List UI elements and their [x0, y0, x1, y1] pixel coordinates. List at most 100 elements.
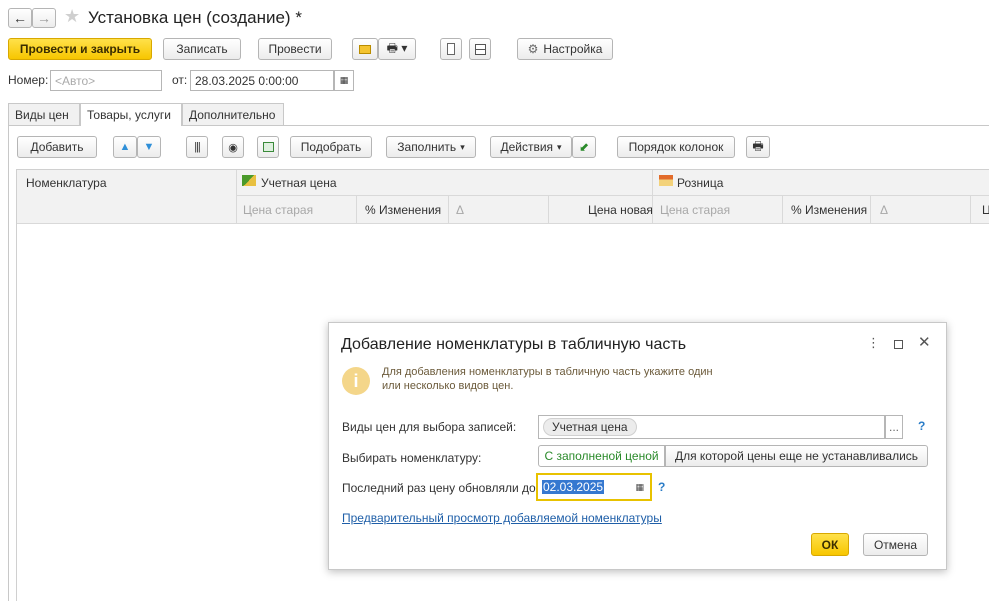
grid-icon	[262, 142, 274, 152]
number-label: Номер:	[8, 73, 49, 87]
chevron-down-icon: ▾	[460, 141, 465, 152]
subheader-change-percent[interactable]: % Изменения	[791, 203, 867, 217]
date-calendar-button[interactable]: ▦	[334, 70, 354, 91]
pick-button[interactable]: Подобрать	[290, 136, 372, 158]
ellipsis-icon: ...	[889, 420, 900, 434]
structure-button[interactable]	[469, 38, 491, 60]
col-divider	[548, 196, 549, 224]
print-table-button[interactable]: 🖶	[746, 136, 770, 158]
content-left-border	[8, 125, 9, 601]
tab-additional[interactable]: Дополнительно	[182, 103, 284, 125]
move-up-icon: ▲	[119, 141, 131, 153]
actions-label: Действия	[500, 140, 554, 154]
header-mid-line	[236, 195, 989, 196]
price-types-field[interactable]: Учетная цена	[538, 415, 885, 439]
report-icon	[447, 43, 455, 55]
col-divider	[356, 196, 357, 224]
settings-label: Настройка	[543, 42, 603, 56]
print-table-icon: 🖶	[752, 138, 764, 153]
choice-with-price-button[interactable]: С заполненой ценой	[538, 445, 665, 467]
report-button[interactable]	[440, 38, 462, 60]
actions-button[interactable]: Действия ▾	[490, 136, 572, 158]
dialog-menu-icon[interactable]: ⋮	[867, 335, 880, 351]
page-title: Установка цен (создание) *	[88, 8, 302, 27]
date-field[interactable]: 28.03.2025 0:00:00	[190, 70, 334, 91]
last-updated-label: Последний раз цену обновляли до:	[342, 481, 539, 495]
back-arrow-icon: ←	[13, 10, 27, 26]
barcode-button[interactable]: |||	[186, 136, 208, 158]
col-divider	[870, 196, 871, 224]
header-nomenclature[interactable]: Номенклатура	[26, 176, 107, 190]
favorite-star-icon[interactable]: ★	[64, 6, 80, 27]
close-icon[interactable]: ✕	[918, 333, 931, 351]
help-icon[interactable]: ?	[658, 480, 665, 494]
last-updated-field[interactable]: 02.03.2025 ▦	[536, 473, 652, 501]
save-button[interactable]: Записать	[163, 38, 241, 60]
price-types-select-button[interactable]: ...	[885, 415, 903, 439]
back-button[interactable]: ←	[8, 8, 32, 28]
move-up-button[interactable]: ▲	[113, 136, 137, 158]
add-nomenclature-dialog: Добавление номенклатуры в табличную част…	[328, 322, 947, 570]
col-divider	[970, 196, 971, 224]
calendar-icon: ▦	[339, 75, 349, 85]
mail-icon	[359, 44, 371, 54]
cancel-button[interactable]: Отмена	[863, 533, 928, 556]
move-down-button[interactable]: ▼	[137, 136, 161, 158]
column-order-button[interactable]: Порядок колонок	[617, 136, 735, 158]
number-field[interactable]: <Авто>	[50, 70, 162, 91]
subheader-new-price[interactable]: Цена новая	[588, 203, 653, 217]
export-button[interactable]: ⬋	[572, 136, 596, 158]
view-button[interactable]: ◉	[222, 136, 244, 158]
subheader-old-price[interactable]: Цена старая	[660, 203, 730, 217]
forward-button[interactable]: →	[32, 8, 56, 28]
shop-icon	[659, 175, 673, 186]
subheader-delta[interactable]: Δ	[880, 203, 888, 217]
col-divider	[782, 196, 783, 224]
choice-without-price-button[interactable]: Для которой цены еще не устанавливались	[665, 445, 928, 467]
export-icon: ⬋	[578, 140, 590, 154]
settings-gear-icon: ⚙	[527, 42, 539, 56]
date-label: от:	[172, 73, 188, 87]
ruler-icon	[242, 175, 256, 186]
subheader-delta[interactable]: Δ	[456, 203, 464, 217]
info-icon: i	[342, 367, 370, 395]
chevron-down-icon: ▾	[557, 141, 562, 152]
choose-nomenclature-label: Выбирать номенклатуру:	[342, 451, 482, 465]
barcode-icon: |||	[194, 141, 201, 153]
header-bottom-line	[17, 223, 989, 224]
eye-icon: ◉	[228, 141, 238, 154]
forward-arrow-icon: →	[37, 10, 51, 26]
tab-goods-services[interactable]: Товары, услуги	[80, 103, 182, 126]
print-icon: 🖶 ▾	[386, 40, 408, 55]
add-button[interactable]: Добавить	[17, 136, 97, 158]
post-button[interactable]: Провести	[258, 38, 332, 60]
header-accounting-price[interactable]: Учетная цена	[261, 176, 337, 190]
help-icon[interactable]: ?	[918, 419, 925, 433]
price-type-chip[interactable]: Учетная цена	[543, 418, 637, 436]
fill-label: Заполнить	[397, 140, 457, 154]
settings-button[interactable]: ⚙ Настройка	[517, 38, 613, 60]
subheader-change-percent[interactable]: % Изменения	[365, 203, 441, 217]
col-divider	[236, 170, 237, 224]
subheader-new-price[interactable]: Ц	[982, 203, 989, 217]
col-divider	[448, 196, 449, 224]
number-placeholder: <Авто>	[55, 73, 96, 88]
print-button[interactable]: 🖶 ▾	[378, 38, 416, 60]
structure-icon	[474, 43, 486, 55]
fill-button[interactable]: Заполнить ▾	[386, 136, 476, 158]
post-and-close-button[interactable]: Провести и закрыть	[8, 38, 152, 60]
subheader-old-price[interactable]: Цена старая	[243, 203, 313, 217]
header-retail[interactable]: Розница	[677, 176, 723, 190]
grid-button[interactable]	[257, 136, 279, 158]
last-updated-value: 02.03.2025	[542, 480, 605, 494]
move-down-icon: ▼	[143, 141, 155, 153]
info-text-line2: или несколько видов цен.	[382, 380, 514, 392]
calendar-icon[interactable]: ▦	[635, 482, 644, 493]
date-value: 28.03.2025 0:00:00	[195, 73, 299, 88]
maximize-icon[interactable]	[894, 340, 903, 349]
info-text-line1: Для добавления номенклатуры в табличную …	[382, 366, 713, 378]
ok-button[interactable]: ОК	[811, 533, 849, 556]
preview-link[interactable]: Предварительный просмотр добавляемой ном…	[342, 511, 662, 525]
tab-price-types[interactable]: Виды цен	[8, 103, 80, 125]
email-button[interactable]	[352, 38, 378, 60]
